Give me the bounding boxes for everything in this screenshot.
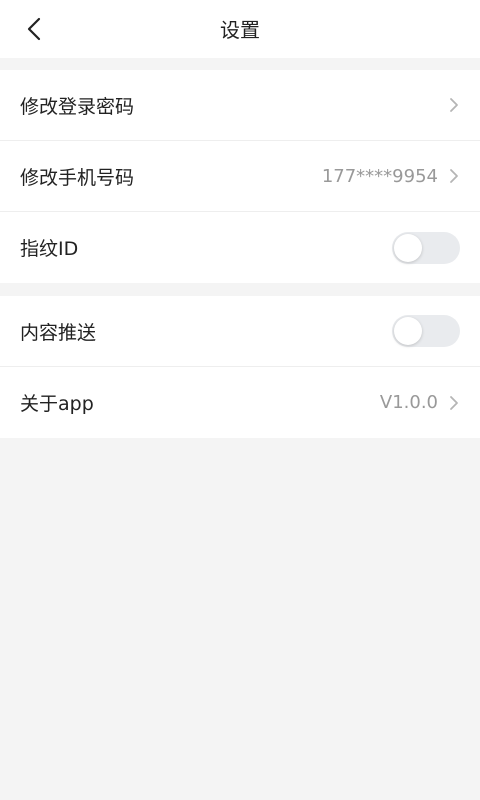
change-phone-label: 修改手机号码 — [20, 166, 135, 189]
change-phone-item[interactable]: 修改手机号码 177****9954 — [0, 141, 480, 212]
change-password-item[interactable]: 修改登录密码 — [0, 70, 480, 141]
fingerprint-id-item: 指纹ID — [0, 212, 480, 283]
content-push-toggle[interactable] — [392, 315, 460, 347]
chevron-right-icon — [448, 97, 460, 113]
phone-number-value: 177****9954 — [321, 165, 438, 187]
header-bar: 设置 — [0, 0, 480, 58]
chevron-right-icon — [448, 168, 460, 184]
settings-group-general: 内容推送 关于app V1.0.0 — [0, 296, 480, 438]
chevron-left-icon — [27, 17, 41, 41]
page-title: 设置 — [220, 18, 260, 42]
toggle-knob — [394, 233, 422, 262]
fingerprint-id-toggle[interactable] — [392, 231, 460, 264]
about-app-item[interactable]: 关于app V1.0.0 — [0, 367, 480, 438]
change-password-label: 修改登录密码 — [20, 95, 135, 118]
fingerprint-id-label: 指纹ID — [20, 238, 79, 260]
chevron-right-icon — [448, 395, 460, 411]
about-app-label: 关于app — [20, 393, 94, 415]
app-version-value: V1.0.0 — [379, 392, 438, 413]
toggle-knob — [394, 317, 422, 345]
content-push-label: 内容推送 — [20, 321, 97, 344]
settings-group-account: 修改登录密码 修改手机号码 177****9954 指纹ID — [0, 70, 480, 283]
content-push-item: 内容推送 — [0, 296, 480, 367]
back-button[interactable] — [14, 9, 54, 49]
